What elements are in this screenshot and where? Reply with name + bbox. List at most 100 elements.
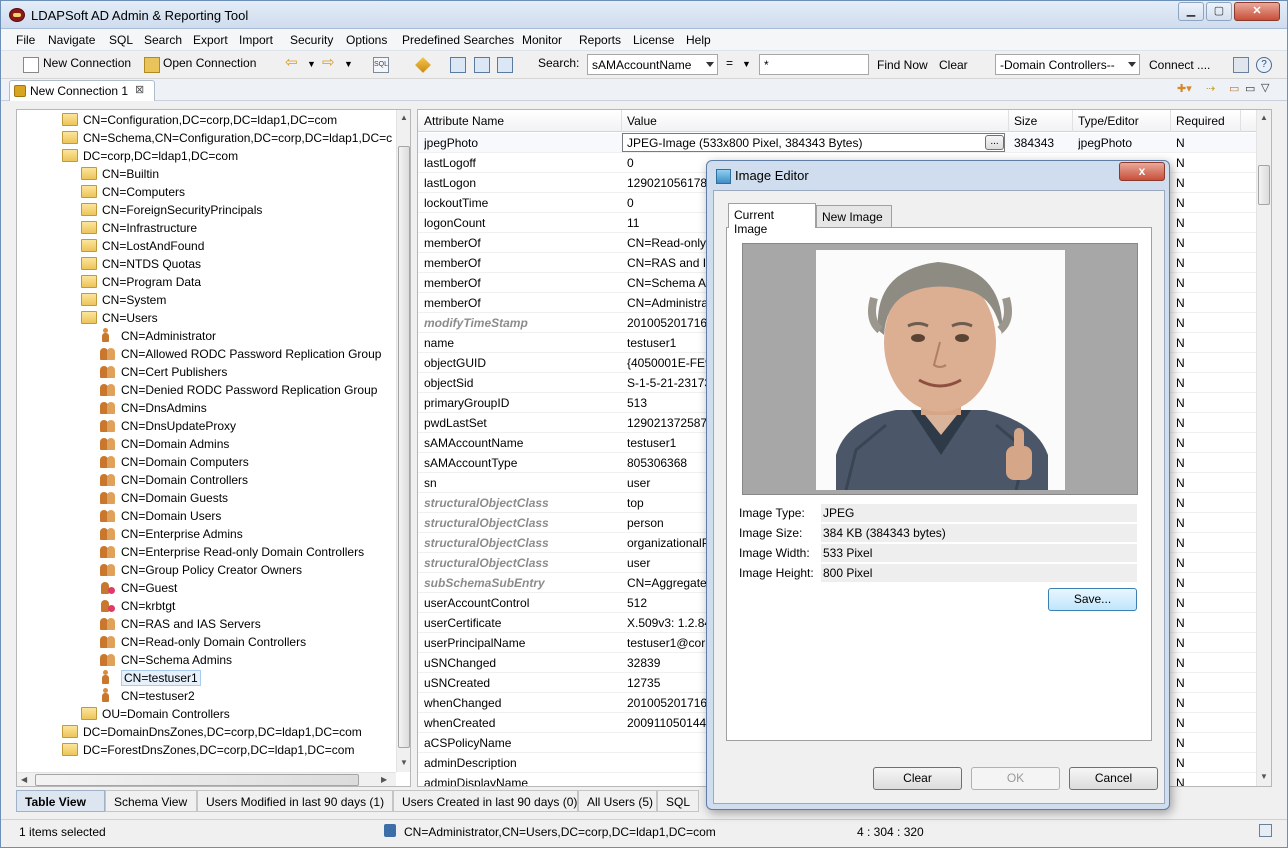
back-arrow-icon[interactable]: ⇦ (285, 53, 298, 71)
tree-node[interactable]: DC=DomainDnsZones,DC=corp,DC=ldap1,DC=co… (17, 723, 396, 741)
tree-node[interactable]: CN=Schema,CN=Configuration,DC=corp,DC=ld… (17, 129, 396, 147)
dialog-cancel-button[interactable]: Cancel (1069, 767, 1158, 790)
tree-node[interactable]: CN=RAS and IAS Servers (17, 615, 396, 633)
tree-horizontal-scrollbar[interactable]: ◀ ▶ (17, 772, 396, 786)
dialog-ok-button[interactable]: OK (971, 767, 1060, 790)
scroll-up-arrow-icon[interactable]: ▲ (1260, 113, 1268, 122)
scroll-left-arrow-icon[interactable]: ◀ (21, 775, 27, 784)
minimize-button[interactable]: ▁ (1178, 2, 1204, 21)
dialog-clear-button[interactable]: Clear (873, 767, 962, 790)
import-icon[interactable] (474, 57, 490, 73)
tree-node[interactable]: CN=NTDS Quotas (17, 255, 396, 273)
sql-icon[interactable]: SQL (373, 57, 389, 73)
tree-vscroll-thumb[interactable] (398, 146, 410, 748)
maximize-view-icon[interactable]: ▽ (1261, 81, 1269, 94)
directory-tree[interactable]: CN=Configuration,DC=corp,DC=ldap1,DC=com… (16, 109, 411, 787)
tree-node[interactable]: CN=Computers (17, 183, 396, 201)
scroll-down-arrow-icon[interactable]: ▼ (1260, 772, 1268, 781)
tab-schema-view[interactable]: Schema View (105, 790, 197, 812)
tree-hscroll-thumb[interactable] (35, 774, 359, 786)
tree-node[interactable]: CN=krbtgt (17, 597, 396, 615)
tree-node[interactable]: OU=Domain Controllers (17, 705, 396, 723)
status-monitor-icon[interactable] (1259, 824, 1272, 837)
print-icon[interactable] (1233, 57, 1249, 73)
header-value[interactable]: Value (627, 114, 657, 128)
menu-file[interactable]: File (16, 33, 35, 47)
table-vscroll-thumb[interactable] (1258, 165, 1270, 205)
clear-search-button[interactable]: Clear (939, 58, 968, 72)
header-attribute-name[interactable]: Attribute Name (424, 114, 504, 128)
add-view-icon[interactable]: ✚▾ (1177, 82, 1192, 95)
tree-node[interactable]: CN=Domain Admins (17, 435, 396, 453)
menu-import[interactable]: Import (239, 33, 273, 47)
find-now-button[interactable]: Find Now (877, 58, 928, 72)
tree-node[interactable]: CN=Enterprise Admins (17, 525, 396, 543)
close-tab-icon[interactable]: ⊠ (135, 83, 144, 96)
tree-node[interactable]: DC=corp,DC=ldap1,DC=com (17, 147, 396, 165)
tree-node[interactable]: CN=testuser1 (17, 669, 396, 687)
scroll-up-arrow-icon[interactable]: ▲ (400, 113, 408, 122)
menu-sql[interactable]: SQL (109, 33, 133, 47)
menu-monitor[interactable]: Monitor (522, 33, 562, 47)
column-divider[interactable] (1008, 110, 1009, 132)
tree-node[interactable]: CN=Domain Computers (17, 453, 396, 471)
tree-node[interactable]: CN=DnsUpdateProxy (17, 417, 396, 435)
operator-dropdown-icon[interactable]: ▼ (742, 59, 751, 69)
tree-node[interactable]: CN=Infrastructure (17, 219, 396, 237)
tree-node[interactable]: CN=Cert Publishers (17, 363, 396, 381)
tree-node[interactable]: CN=Domain Guests (17, 489, 396, 507)
tree-node[interactable]: CN=Builtin (17, 165, 396, 183)
tab-table-view[interactable]: Table View (16, 790, 105, 812)
header-size[interactable]: Size (1014, 114, 1037, 128)
scroll-down-arrow-icon[interactable]: ▼ (400, 758, 408, 767)
forward-dropdown-icon[interactable]: ▼ (344, 59, 353, 69)
menu-help[interactable]: Help (686, 33, 711, 47)
dialog-close-button[interactable]: x (1119, 162, 1165, 181)
menu-navigate[interactable]: Navigate (48, 33, 95, 47)
tree-node[interactable]: CN=Configuration,DC=corp,DC=ldap1,DC=com (17, 111, 396, 129)
column-divider[interactable] (1170, 110, 1171, 132)
tab-new-image[interactable]: New Image (816, 205, 892, 227)
edit-value-button[interactable]: ... (985, 135, 1004, 150)
search-attribute-select[interactable]: sAMAccountName (587, 54, 718, 75)
tree-node[interactable]: CN=Schema Admins (17, 651, 396, 669)
new-connection-button[interactable]: New Connection (43, 56, 131, 70)
column-divider[interactable] (1240, 110, 1241, 132)
tree-node[interactable]: CN=LostAndFound (17, 237, 396, 255)
column-divider[interactable] (1072, 110, 1073, 132)
forward-arrow-icon[interactable]: ⇨ (322, 53, 335, 71)
search-value-input[interactable]: * (759, 54, 869, 75)
scroll-right-arrow-icon[interactable]: ▶ (381, 775, 387, 784)
minimize-view-icon[interactable]: ▭ (1245, 82, 1255, 95)
tree-node[interactable]: CN=Enterprise Read-only Domain Controlle… (17, 543, 396, 561)
tree-node[interactable]: CN=Allowed RODC Password Replication Gro… (17, 345, 396, 363)
menu-security[interactable]: Security (290, 33, 333, 47)
column-divider[interactable] (621, 110, 622, 132)
tree-node[interactable]: CN=DnsAdmins (17, 399, 396, 417)
tree-node[interactable]: CN=Group Policy Creator Owners (17, 561, 396, 579)
tree-node[interactable]: CN=testuser2 (17, 687, 396, 705)
tree-node[interactable]: CN=Administrator (17, 327, 396, 345)
help-icon[interactable]: ? (1256, 57, 1272, 73)
menu-reports[interactable]: Reports (579, 33, 621, 47)
tree-node[interactable]: CN=System (17, 291, 396, 309)
table-row[interactable]: jpegPhoto JPEG-Image (533x800 Pixel, 3843… (418, 133, 1258, 153)
tab-users-modified[interactable]: Users Modified in last 90 days (1) (197, 790, 393, 812)
menu-license[interactable]: License (633, 33, 674, 47)
tree-node[interactable]: CN=Program Data (17, 273, 396, 291)
menu-export[interactable]: Export (193, 33, 228, 47)
tree-node[interactable]: CN=Users (17, 309, 396, 327)
tab-all-users[interactable]: All Users (5) (578, 790, 657, 812)
close-button[interactable]: ✕ (1234, 2, 1280, 21)
link-view-icon[interactable]: ⇢ (1206, 82, 1215, 95)
header-type-editor[interactable]: Type/Editor (1078, 114, 1139, 128)
header-required[interactable]: Required (1176, 114, 1225, 128)
tab-users-created[interactable]: Users Created in last 90 days (0) (393, 790, 578, 812)
compare-icon[interactable] (497, 57, 513, 73)
connect-button[interactable]: Connect .... (1149, 58, 1210, 72)
tree-node[interactable]: CN=ForeignSecurityPrincipals (17, 201, 396, 219)
export-icon[interactable] (450, 57, 466, 73)
tab-new-connection-1[interactable]: New Connection 1 ⊠ (9, 80, 155, 101)
tree-node[interactable]: CN=Domain Users (17, 507, 396, 525)
menu-options[interactable]: Options (346, 33, 387, 47)
